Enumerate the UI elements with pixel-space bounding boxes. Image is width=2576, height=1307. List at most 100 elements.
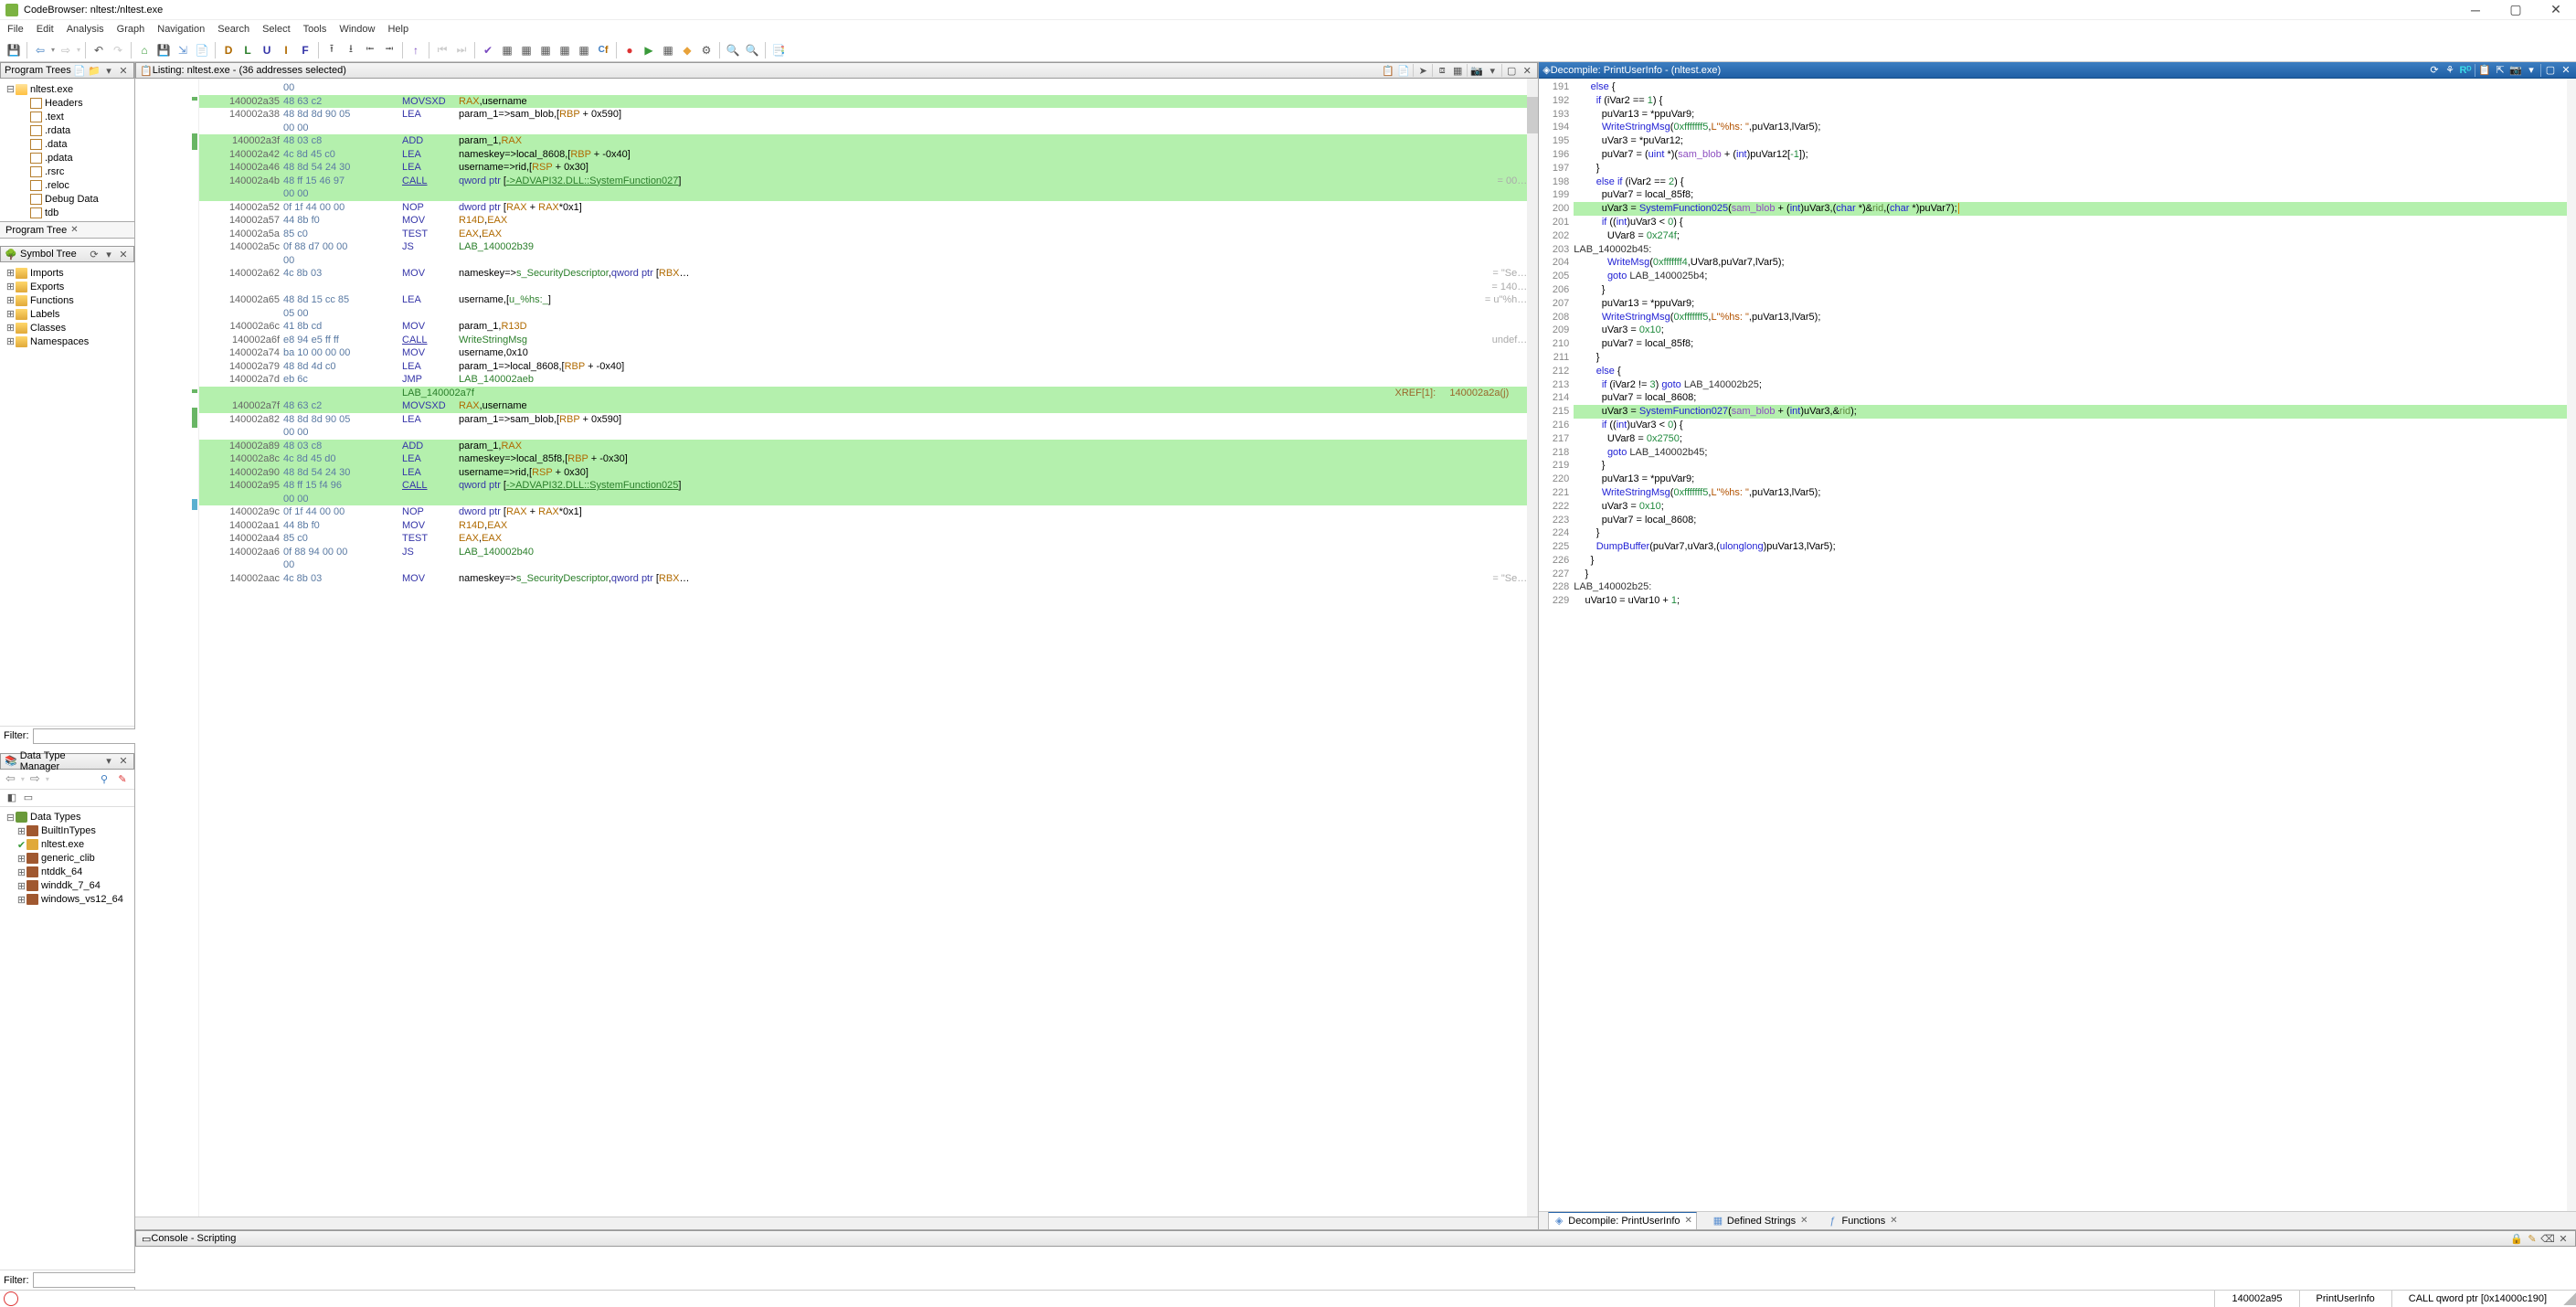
tree-item[interactable]: .pdata <box>2 151 133 165</box>
grid5-icon[interactable]: ▦ <box>576 42 592 58</box>
dtm-item[interactable]: ⊞windows_vs12_64 <box>2 893 133 907</box>
listing-row[interactable]: 140002a6c41 8b cdMOVparam_1,R13D <box>199 320 1527 334</box>
code-line[interactable]: LAB_140002b25: <box>1574 580 2567 594</box>
i-icon[interactable]: I <box>278 42 294 58</box>
listing-row[interactable]: 00 00 <box>199 122 1527 135</box>
code-line[interactable]: DumpBuffer(puVar7,uVar3,(ulonglong)puVar… <box>1574 540 2567 554</box>
step-right-icon[interactable]: ⏭ <box>453 42 470 58</box>
console-body[interactable] <box>135 1247 2576 1290</box>
menu-help[interactable]: Help <box>387 24 408 35</box>
code-line[interactable]: } <box>1574 162 2567 175</box>
dec-rd-icon[interactable]: Rᴰ <box>2459 64 2472 77</box>
listing-row[interactable]: 00 00 <box>199 426 1527 440</box>
dtm-fwd-icon[interactable]: ⇨ <box>30 771 40 786</box>
listing-row[interactable]: 140002a9548 ff 15 f4 96CALLqword ptr [->… <box>199 479 1527 493</box>
menu-tools[interactable]: Tools <box>303 24 327 35</box>
listing-row[interactable]: 140002a6548 8d 15 cc 85LEAusername,[u_%h… <box>199 293 1527 307</box>
record-icon[interactable]: ● <box>621 42 638 58</box>
listing-row[interactable]: 00 <box>199 254 1527 268</box>
undo-icon[interactable]: ↶ <box>90 42 107 58</box>
menu-edit[interactable]: Edit <box>37 24 54 35</box>
listing-row[interactable]: 140002a5a85 c0TESTEAX,EAX <box>199 228 1527 241</box>
listing-row[interactable]: 140002aac4c 8b 03MOVnameskey=>s_Security… <box>199 572 1527 586</box>
listing-row[interactable]: 140002a520f 1f 44 00 00NOPdword ptr [RAX… <box>199 201 1527 215</box>
code-line[interactable]: WriteStringMsg(0xfffffff5,L"%hs: ",puVar… <box>1574 311 2567 324</box>
resize-grip[interactable] <box>2563 1292 2576 1305</box>
code-line[interactable]: if (iVar2 != 3) goto LAB_140002b25; <box>1574 378 2567 392</box>
dtm-item[interactable]: ✔nltest.exe <box>2 838 133 852</box>
search-bytes-icon[interactable]: 🔍 <box>744 42 760 58</box>
close-panel2-icon[interactable]: ✕ <box>117 248 130 260</box>
dtm-box-icon[interactable]: ▭ <box>22 792 35 804</box>
code-line[interactable]: goto LAB_1400025b4; <box>1574 270 2567 283</box>
dec-refresh-icon[interactable]: ⟳ <box>2428 64 2441 77</box>
close-panel-icon[interactable]: ✕ <box>117 64 130 77</box>
symbol-tree[interactable]: ⊞Imports⊞Exports⊞Functions⊞Labels⊞Classe… <box>0 262 134 726</box>
menu-window[interactable]: Window <box>339 24 375 35</box>
code-line[interactable]: puVar13 = *ppuVar9; <box>1574 473 2567 486</box>
bookmark-icon[interactable]: 📑 <box>770 42 787 58</box>
console-lock-icon[interactable]: 🔒 <box>2510 1232 2523 1245</box>
code-line[interactable]: else if (iVar2 == 2) { <box>1574 175 2567 189</box>
tree-item[interactable]: .text <box>2 110 133 123</box>
diff-icon[interactable]: ⧈ <box>1436 64 1448 77</box>
menu-navigation[interactable]: Navigation <box>157 24 205 35</box>
bottom-tab[interactable]: ▦Defined Strings✕ <box>1708 1213 1812 1229</box>
dtm-item[interactable]: ⊞BuiltInTypes <box>2 824 133 838</box>
code-line[interactable]: puVar7 = local_85f8; <box>1574 337 2567 351</box>
dtm-filter-icon[interactable]: ⚲ <box>98 772 111 785</box>
status-stop-icon[interactable] <box>4 1291 18 1306</box>
listing-row[interactable]: 140002a424c 8d 45 c0LEAnameskey=>local_8… <box>199 148 1527 162</box>
u-icon[interactable]: U <box>259 42 275 58</box>
menu2-icon[interactable]: ▾ <box>102 248 115 260</box>
dtm-close-icon[interactable]: ✕ <box>117 755 130 768</box>
listing-row[interactable]: 140002a7f48 63 c2MOVSXDRAX,username <box>199 399 1527 413</box>
close-tab-icon[interactable]: ✕ <box>70 225 78 235</box>
refresh-icon[interactable]: ⟳ <box>88 248 101 260</box>
console-edit-icon[interactable]: ✎ <box>2526 1232 2539 1245</box>
listing-row[interactable]: 140002aa60f 88 94 00 00JSLAB_140002b40 <box>199 546 1527 559</box>
code-line[interactable]: UVar8 = 0x2750; <box>1574 432 2567 446</box>
listing-row[interactable]: 140002a3f48 03 c8ADDparam_1,RAX <box>199 134 1527 148</box>
listing-close-icon[interactable]: ✕ <box>1521 64 1533 77</box>
dtm-pencil-icon[interactable]: ✎ <box>116 772 129 785</box>
listing-row[interactable]: 140002a8948 03 c8ADDparam_1,RAX <box>199 440 1527 453</box>
tree-item[interactable]: .rdata <box>2 123 133 137</box>
code-line[interactable]: if (iVar2 == 1) { <box>1574 94 2567 108</box>
program-tree-tab[interactable]: Program Tree <box>5 225 67 236</box>
tree-item[interactable]: .reloc <box>2 178 133 192</box>
dec-close-icon[interactable]: ✕ <box>2560 64 2572 77</box>
listing-row[interactable]: 140002a624c 8b 03MOVnameskey=>s_Security… <box>199 267 1527 281</box>
listing-row[interactable]: = 140… <box>199 281 1527 294</box>
code-line[interactable]: puVar7 = local_85f8; <box>1574 188 2567 202</box>
folder-icon[interactable]: 📁 <box>88 64 101 77</box>
listing-row[interactable]: 00 <box>199 81 1527 95</box>
code-line[interactable]: goto LAB_140002b45; <box>1574 446 2567 460</box>
code-line[interactable]: uVar10 = uVar10 + 1; <box>1574 594 2567 608</box>
grid3-icon[interactable]: ▦ <box>537 42 554 58</box>
tree-item[interactable]: tdb <box>2 206 133 219</box>
menu-search[interactable]: Search <box>217 24 249 35</box>
fields-icon[interactable]: ▦ <box>1451 64 1464 77</box>
tree-item[interactable]: .rsrc <box>2 165 133 178</box>
code-line[interactable]: if ((int)uVar3 < 0) { <box>1574 419 2567 432</box>
new-icon[interactable]: 📄 <box>73 64 86 77</box>
code-line[interactable]: uVar3 = 0x10; <box>1574 500 2567 514</box>
dtm-collapse-icon[interactable]: ◧ <box>5 792 18 804</box>
cursor-prev-icon[interactable]: ⭰ <box>362 42 378 58</box>
maximize-button[interactable]: ▢ <box>2496 0 2536 20</box>
bottom-tab[interactable]: ƒFunctions✕ <box>1823 1213 1902 1229</box>
step-left-icon[interactable]: ⏮ <box>434 42 451 58</box>
gears-icon[interactable]: ⚙ <box>698 42 715 58</box>
check-icon[interactable]: ✔ <box>480 42 496 58</box>
code-line[interactable]: } <box>1574 526 2567 540</box>
listing-row[interactable]: 140002a3548 63 c2MOVSXDRAX,username <box>199 95 1527 109</box>
tree-item[interactable]: Debug Data <box>2 192 133 206</box>
dec-max-icon[interactable]: ▢ <box>2544 64 2557 77</box>
dec-menu-icon[interactable]: ▾ <box>2525 64 2538 77</box>
play-icon[interactable]: ▶ <box>641 42 657 58</box>
code-line[interactable]: puVar7 = (uint *)(sam_blob + (int)puVar1… <box>1574 148 2567 162</box>
dtm-root[interactable]: ⊟Data Types <box>2 811 133 824</box>
code-line[interactable]: } <box>1574 459 2567 473</box>
code-line[interactable]: } <box>1574 568 2567 581</box>
